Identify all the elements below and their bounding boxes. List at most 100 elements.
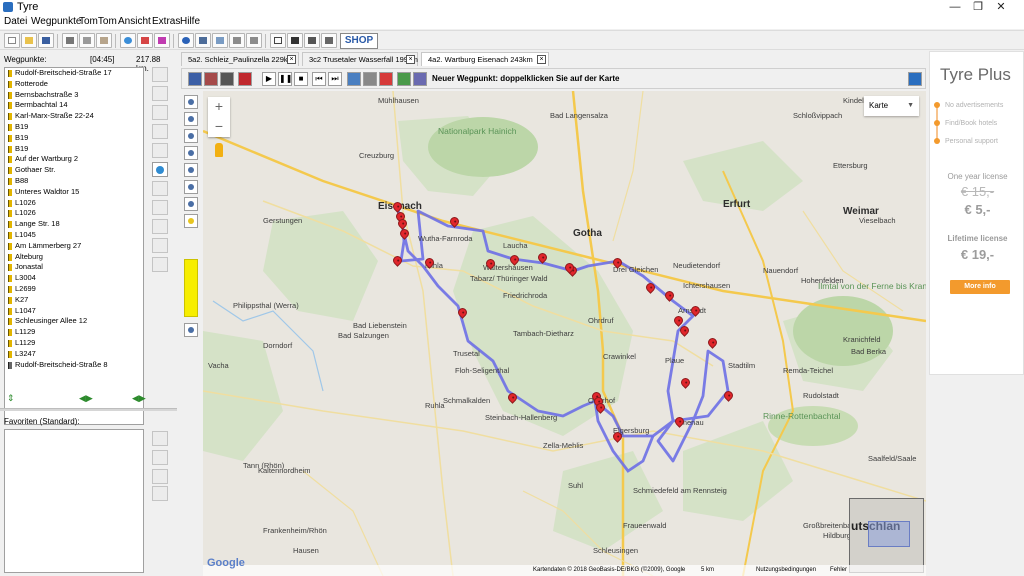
waypoint-item[interactable]: B19 (5, 133, 143, 144)
waypoint-item[interactable]: L1026 (5, 208, 143, 219)
waypoint-item[interactable]: L3004 (5, 273, 143, 284)
waypoint-item[interactable]: L1129 (5, 338, 143, 349)
play-icon[interactable]: ▶ (262, 72, 276, 86)
route-map[interactable]: Nationalpark HainichEisenachGothaErfurtW… (203, 91, 926, 576)
waypoint-item[interactable]: L1129 (5, 327, 143, 338)
delete-icon[interactable] (152, 124, 168, 139)
pegman-icon[interactable] (215, 143, 223, 157)
marker-icon[interactable] (379, 72, 393, 86)
waypoint-pin-icon[interactable] (448, 215, 461, 230)
properties-icon[interactable] (152, 143, 168, 158)
close-window-button[interactable]: ✕ (978, 0, 1024, 15)
menu-datei[interactable]: Datei (4, 16, 27, 27)
window-icon[interactable] (270, 33, 286, 48)
export-map-icon[interactable] (184, 323, 198, 337)
waypoint-list[interactable]: Rudolf-Breitscheid-Straße 17 Rotterode Ber… (4, 67, 144, 425)
waypoint-item[interactable]: K27 (5, 295, 143, 306)
waypoint-pin-icon[interactable] (594, 401, 607, 416)
rss-icon[interactable] (184, 180, 198, 194)
prev-next-arrow-icon[interactable]: ◀▶ (79, 393, 93, 404)
sort-icon[interactable] (152, 238, 168, 253)
menu-hilfe[interactable]: Hilfe (180, 16, 200, 27)
waypoint-item[interactable]: Gothaer Str. (5, 165, 143, 176)
tools-icon[interactable] (184, 146, 198, 160)
terms-link[interactable]: Nutzungsbedingungen (756, 565, 816, 576)
forward-icon[interactable]: ⏭ (328, 72, 342, 86)
waypoint-pin-icon[interactable] (679, 376, 692, 391)
paste-icon[interactable] (96, 33, 112, 48)
waypoint-item[interactable]: Rudolf-Breitscheid-Straße 17 (5, 68, 143, 79)
pin-icon[interactable] (154, 33, 170, 48)
waypoint-pin-icon[interactable] (673, 415, 686, 430)
waypoint-item[interactable]: L1026 (5, 198, 143, 209)
menu-wegpunkte[interactable]: Wegpunkte (31, 16, 81, 27)
waypoint-item[interactable]: L3247 (5, 349, 143, 360)
erase-icon[interactable] (137, 33, 153, 48)
binoculars-icon[interactable] (287, 33, 303, 48)
waypoint-pin-icon[interactable] (506, 391, 519, 406)
road-icon[interactable] (184, 197, 198, 211)
waypoint-pin-icon[interactable] (611, 256, 624, 271)
pause-icon[interactable]: ❚❚ (278, 72, 292, 86)
copy-icon[interactable] (79, 33, 95, 48)
waypoint-item[interactable]: B88 (5, 176, 143, 187)
arrow-up-icon[interactable] (152, 181, 168, 196)
waypoint-item[interactable]: Schleusinger Allee 12 (5, 316, 143, 327)
waypoint-item[interactable]: L1047 (5, 306, 143, 317)
speaker-icon[interactable] (152, 257, 168, 272)
delete-favorite-icon[interactable] (152, 450, 168, 465)
help-icon[interactable] (321, 33, 337, 48)
waypoint-item[interactable]: Unteres Waldtor 15 (5, 187, 143, 198)
close-tab-icon[interactable]: × (406, 55, 415, 64)
waypoint-item[interactable]: Alteburg (5, 252, 143, 263)
grid-icon[interactable] (220, 72, 234, 86)
zoom-in-button[interactable]: + (208, 97, 230, 117)
edit-favorite-icon[interactable] (152, 431, 168, 446)
waypoint-pin-icon[interactable] (398, 227, 411, 242)
map-icon[interactable] (188, 72, 202, 86)
target-icon[interactable] (184, 129, 198, 143)
waypoint-item[interactable]: Rotterode (5, 79, 143, 90)
stop-icon[interactable]: ■ (294, 72, 308, 86)
expand-arrow-icon[interactable]: ⇕ (7, 393, 15, 404)
layers-icon[interactable] (413, 72, 427, 86)
save-icon[interactable] (38, 33, 54, 48)
waypoint-pin-icon[interactable] (611, 430, 624, 445)
move-up-icon[interactable] (152, 67, 168, 82)
waypoint-pin-icon[interactable] (722, 389, 735, 404)
map-type-select[interactable]: Karte ▼ (864, 96, 919, 116)
prev-next-arrow-icon[interactable]: ◀▶ (132, 393, 146, 404)
photo-icon[interactable] (397, 72, 411, 86)
waypoint-item[interactable]: Rudolf-Breitscheid-Straße 8 (5, 360, 143, 371)
waypoint-pin-icon[interactable] (689, 304, 702, 319)
error-link[interactable]: Fehler (830, 565, 847, 576)
more-info-button[interactable]: More info (950, 280, 1010, 294)
undo-icon[interactable] (229, 33, 245, 48)
waypoint-item[interactable]: Bernsbachstraße 3 (5, 90, 143, 101)
map-settings-icon[interactable] (908, 72, 922, 86)
close-tab-icon[interactable]: × (537, 55, 546, 64)
waypoint-item[interactable]: Bermbachtal 14 (5, 100, 143, 111)
waypoint-item[interactable]: Lange Str. 18 (5, 219, 143, 230)
close-tab-icon[interactable]: × (287, 55, 296, 64)
overview-map[interactable]: utschlan (849, 498, 924, 573)
calculator-icon[interactable] (304, 33, 320, 48)
tab-route-2[interactable]: 3c2 Trusetaler Wasserfall 199km × (302, 52, 418, 66)
overview-viewport[interactable] (868, 521, 910, 547)
waypoint-pin-icon[interactable] (423, 256, 436, 271)
waypoint-item[interactable]: B19 (5, 144, 143, 155)
cut-icon[interactable] (62, 33, 78, 48)
import-favorite-icon[interactable] (152, 486, 168, 501)
waypoint-pin-icon[interactable] (678, 324, 691, 339)
motorbike-icon[interactable] (238, 72, 252, 86)
panel-divider[interactable] (0, 408, 177, 411)
route-icon[interactable] (184, 163, 198, 177)
tab-route-1[interactable]: 5a2. Schleiz_Paulinzella 229km × (181, 52, 299, 66)
shop-button[interactable]: SHOP (340, 33, 378, 49)
waypoint-pin-icon[interactable] (391, 254, 404, 269)
ruler-icon[interactable] (184, 112, 198, 126)
refresh-icon[interactable] (120, 33, 136, 48)
add-favorite-icon[interactable] (152, 469, 168, 484)
globe-icon[interactable] (178, 33, 194, 48)
zoom-out-button[interactable]: − (208, 117, 230, 137)
